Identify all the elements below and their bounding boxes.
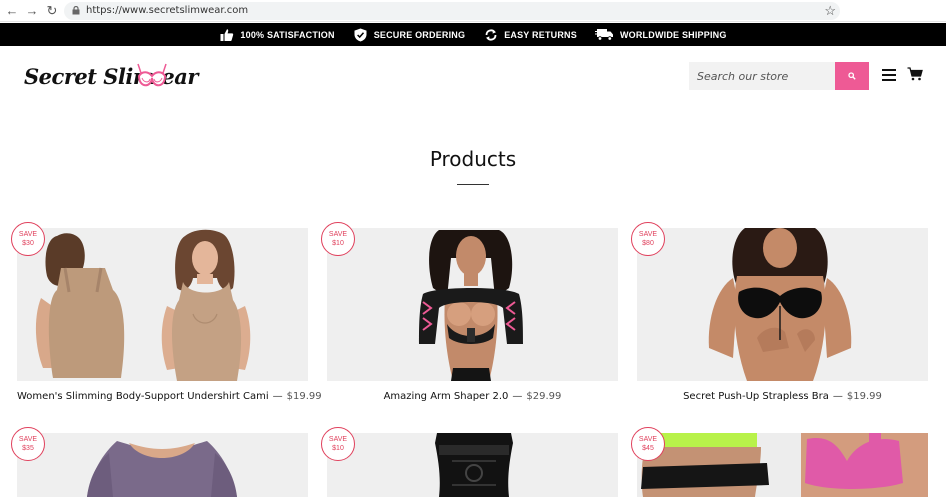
promo-satisfaction: 100% SATISFACTION bbox=[219, 27, 334, 43]
save-label: SAVE bbox=[638, 436, 658, 443]
waist-trainer-photo bbox=[327, 433, 618, 497]
save-amount: $10 bbox=[332, 240, 344, 247]
tan-cami-photo bbox=[17, 228, 308, 381]
promo-returns: EASY RETURNS bbox=[483, 27, 577, 43]
cart-icon[interactable] bbox=[907, 67, 923, 81]
forward-arrow-icon[interactable]: → bbox=[24, 3, 40, 19]
shield-check-icon bbox=[353, 27, 369, 43]
product-card[interactable]: SAVE $30 Women's Slimming Body-Support U… bbox=[11, 222, 322, 408]
promo-label: SECURE ORDERING bbox=[373, 29, 466, 40]
product-card[interactable]: SAVE $35 bbox=[11, 427, 308, 497]
product-image[interactable] bbox=[17, 228, 308, 381]
purple-top-photo bbox=[17, 433, 308, 497]
lock-icon bbox=[72, 6, 80, 15]
bra-logo-icon bbox=[137, 63, 167, 87]
promo-secure: SECURE ORDERING bbox=[353, 27, 466, 43]
hamburger-menu-icon[interactable] bbox=[882, 69, 896, 81]
save-amount: $35 bbox=[22, 445, 34, 452]
refresh-icon bbox=[483, 27, 499, 43]
search-button[interactable] bbox=[835, 62, 869, 90]
save-badge: SAVE $10 bbox=[321, 427, 355, 461]
product-image[interactable] bbox=[17, 433, 308, 497]
store-search bbox=[689, 62, 869, 90]
site-logo[interactable]: Secret Slim ear bbox=[24, 58, 204, 98]
product-image[interactable] bbox=[327, 433, 618, 497]
product-image[interactable] bbox=[327, 228, 618, 381]
promo-label: WORLDWIDE SHIPPING bbox=[619, 29, 727, 40]
price-separator: — bbox=[512, 391, 523, 402]
announcement-bar: 100% SATISFACTION SECURE ORDERING EASY R… bbox=[0, 23, 946, 46]
save-amount: $45 bbox=[642, 445, 654, 452]
product-card[interactable]: SAVE $80 Secret Push-Up Strapless Bra — $1… bbox=[631, 222, 928, 408]
product-card[interactable]: SAVE $10 bbox=[321, 427, 618, 497]
save-label: SAVE bbox=[638, 231, 658, 238]
promo-shipping: WORLDWIDE SHIPPING bbox=[595, 27, 727, 43]
arm-shaper-photo bbox=[327, 228, 618, 381]
url-text: https://www.secretslimwear.com bbox=[86, 5, 249, 16]
product-price: $19.99 bbox=[286, 391, 322, 402]
promo-label: EASY RETURNS bbox=[504, 29, 577, 40]
thumbs-up-icon bbox=[219, 27, 235, 43]
save-amount: $10 bbox=[332, 445, 344, 452]
product-price: $19.99 bbox=[846, 391, 882, 402]
save-badge: SAVE $45 bbox=[631, 427, 665, 461]
truck-icon bbox=[595, 27, 615, 43]
save-amount: $30 bbox=[22, 240, 34, 247]
search-input[interactable] bbox=[689, 62, 835, 90]
product-name[interactable]: Secret Push-Up Strapless Bra bbox=[683, 391, 829, 402]
price-separator: — bbox=[832, 391, 843, 402]
logo-text: Secret Slim ear bbox=[24, 64, 198, 89]
sport-belt-photo bbox=[637, 433, 928, 497]
product-price: $29.99 bbox=[526, 391, 562, 402]
product-caption[interactable]: Women's Slimming Body-Support Undershirt… bbox=[17, 391, 322, 402]
product-name[interactable]: Amazing Arm Shaper 2.0 bbox=[384, 391, 509, 402]
strapless-bra-photo bbox=[637, 228, 928, 381]
save-label: SAVE bbox=[18, 231, 38, 238]
save-label: SAVE bbox=[328, 436, 348, 443]
save-badge: SAVE $10 bbox=[321, 222, 355, 256]
promo-label: 100% SATISFACTION bbox=[240, 29, 335, 40]
reload-icon[interactable]: ↻ bbox=[44, 3, 60, 19]
search-icon bbox=[848, 72, 856, 80]
save-badge: SAVE $35 bbox=[11, 427, 45, 461]
bookmark-star-icon[interactable]: ☆ bbox=[824, 2, 836, 20]
save-badge: SAVE $30 bbox=[11, 222, 45, 256]
product-caption[interactable]: Secret Push-Up Strapless Bra — $19.99 bbox=[637, 391, 928, 402]
price-separator: — bbox=[272, 391, 283, 402]
browser-toolbar: ← → ↻ https://www.secretslimwear.com ☆ bbox=[0, 0, 946, 22]
back-arrow-icon[interactable]: ← bbox=[4, 3, 20, 19]
save-label: SAVE bbox=[18, 436, 38, 443]
product-image[interactable] bbox=[637, 433, 928, 497]
address-bar[interactable]: https://www.secretslimwear.com ☆ bbox=[64, 2, 840, 20]
save-amount: $80 bbox=[642, 240, 654, 247]
product-name[interactable]: Women's Slimming Body-Support Undershirt… bbox=[17, 391, 269, 402]
save-label: SAVE bbox=[328, 231, 348, 238]
product-caption[interactable]: Amazing Arm Shaper 2.0— $29.99 bbox=[327, 391, 618, 402]
page-title: Products bbox=[429, 147, 517, 171]
product-card[interactable]: SAVE $45 bbox=[631, 427, 928, 497]
product-image[interactable] bbox=[637, 228, 928, 381]
product-card[interactable]: SAVE $10 Amazing Arm Shaper 2.0— $29.99 bbox=[321, 222, 618, 408]
title-divider bbox=[457, 184, 489, 185]
save-badge: SAVE $80 bbox=[631, 222, 665, 256]
